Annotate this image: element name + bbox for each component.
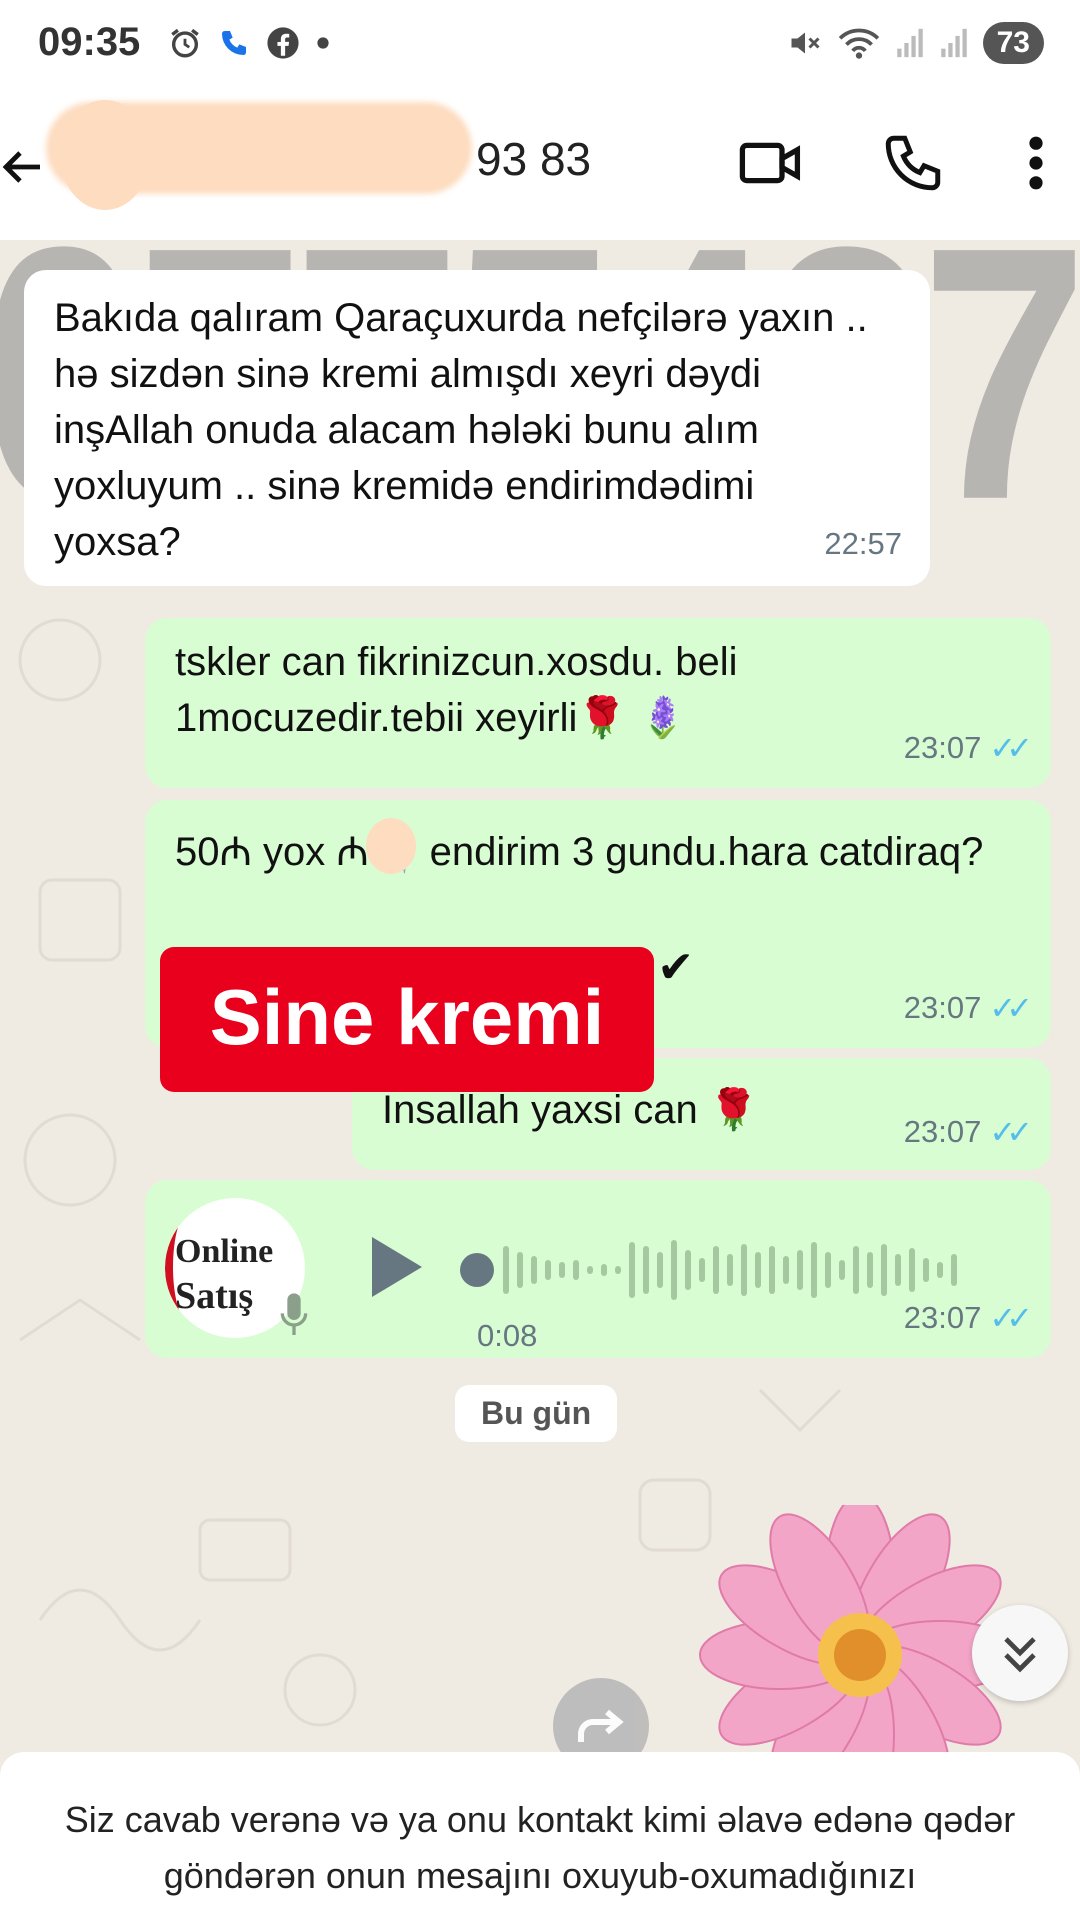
wifi-icon	[838, 28, 879, 59]
read-ticks-icon: ✓✓	[989, 1300, 1033, 1336]
message-meta: 23:07 ✓✓	[903, 1104, 1033, 1160]
notice-text: Siz cavab verənə və ya onu kontakt kimi …	[64, 1799, 1016, 1896]
message-meta: 22:57	[824, 516, 902, 572]
message-time: 23:07	[903, 990, 982, 1025]
message-time: 23:07	[903, 1114, 982, 1149]
message-text: 50₼ yox ₼ 📍endirim 3 gundu.hara catdiraq…	[175, 830, 984, 874]
message-incoming[interactable]: Bakıda qalıram Qaraçuxurda nefçilərə yax…	[24, 270, 930, 586]
status-icons-right: 73	[787, 22, 1044, 64]
overlay-label: Sine kremi	[160, 947, 654, 1092]
message-time: 23:07	[903, 1300, 982, 1335]
read-ticks-icon: ✓✓	[989, 990, 1033, 1026]
message-meta: 23:07 ✓✓	[903, 1290, 1033, 1346]
forward-icon	[578, 1709, 624, 1742]
message-text: Bakıda qalıram Qaraçuxurda nefçilərə yax…	[54, 296, 868, 564]
message-time: 23:07	[903, 730, 982, 765]
dot-icon	[317, 37, 329, 49]
scroll-to-bottom-button[interactable]	[972, 1605, 1068, 1701]
video-call-icon[interactable]	[738, 130, 804, 196]
status-bar: 09:35 73	[0, 0, 1080, 90]
play-icon[interactable]	[367, 1232, 427, 1302]
double-chevron-down-icon	[1004, 1637, 1036, 1673]
facebook-icon	[267, 27, 299, 59]
unknown-sender-notice: Siz cavab verənə və ya onu kontakt kimi …	[0, 1752, 1080, 1920]
microphone-icon	[280, 1293, 308, 1335]
alarm-icon	[171, 28, 199, 58]
read-ticks-icon: ✓✓	[989, 1114, 1033, 1150]
redacted-price	[366, 818, 416, 874]
signal-icon	[940, 28, 967, 58]
mute-icon	[791, 32, 820, 54]
message-text: tskler can fikrinizcun.xosdu. beli 1mocu…	[175, 640, 738, 740]
voice-call-icon[interactable]	[880, 130, 946, 196]
status-icons-left	[168, 26, 330, 60]
message-meta: 23:07 ✓✓	[903, 980, 1033, 1036]
more-options-icon[interactable]	[1016, 130, 1056, 196]
message-outgoing[interactable]: tskler can fikrinizcun.xosdu. beli 1mocu…	[145, 618, 1051, 788]
message-meta: 23:07 ✓✓	[903, 720, 1033, 776]
date-chip: Bu gün	[455, 1385, 618, 1442]
message-time: 22:57	[824, 526, 902, 561]
battery-indicator: 73	[982, 22, 1044, 64]
status-time: 09:35	[38, 20, 141, 64]
voice-message[interactable]: Online Satış 0:08 23:07 ✓✓	[145, 1180, 1051, 1358]
signal-icon	[896, 28, 923, 58]
contact-number[interactable]: 93 83	[476, 132, 591, 186]
redacted-avatar	[60, 100, 150, 210]
phone-call-icon	[222, 31, 246, 55]
back-arrow-icon[interactable]	[0, 132, 48, 202]
voice-duration: 0:08	[477, 1318, 538, 1353]
read-ticks-icon: ✓✓	[989, 730, 1033, 766]
